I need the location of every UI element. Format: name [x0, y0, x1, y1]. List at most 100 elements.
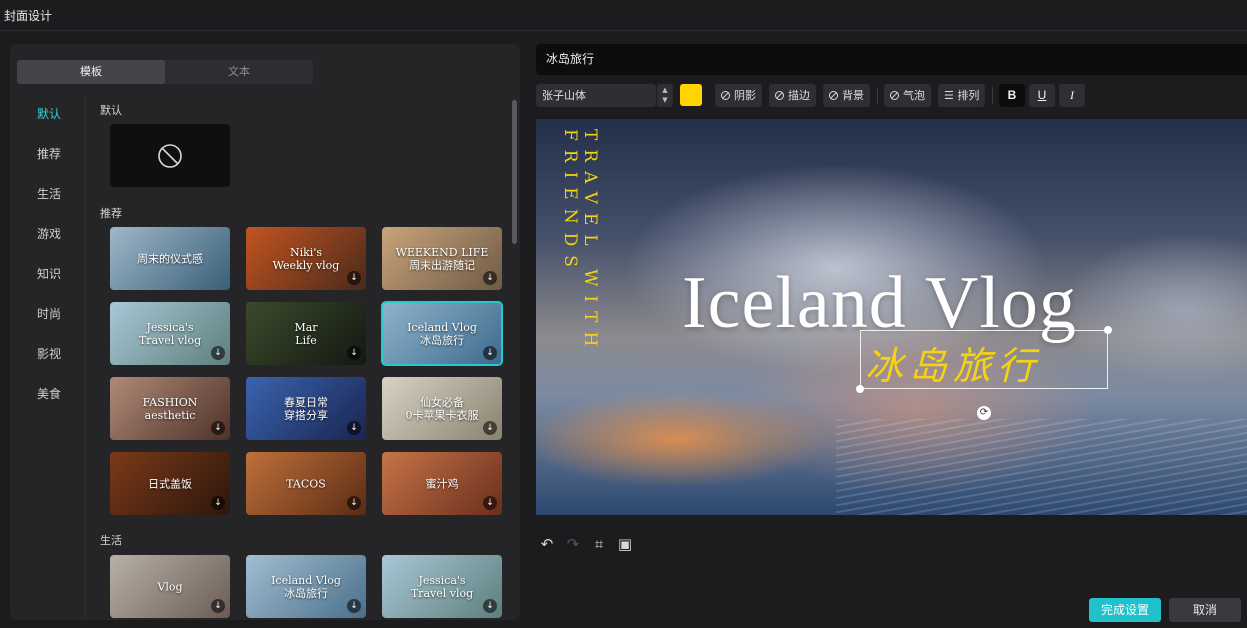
template-thumbnail[interactable]: 日式盖饭 ↓ [110, 452, 230, 515]
stroke-button[interactable]: 描边 [769, 84, 816, 107]
download-icon[interactable]: ↓ [211, 599, 225, 613]
section-title-default: 默认 [100, 104, 122, 117]
disabled-icon [890, 91, 899, 100]
category-food[interactable]: 美食 [16, 376, 85, 416]
category-recommended[interactable]: 推荐 [16, 136, 85, 176]
cancel-button[interactable]: 取消 [1169, 598, 1241, 622]
close-handle[interactable] [1104, 326, 1112, 334]
download-icon[interactable]: ↓ [347, 421, 361, 435]
template-thumbnail[interactable]: 仙女必备 0卡苹果卡衣服 ↓ [382, 377, 502, 440]
download-icon[interactable]: ↓ [483, 496, 497, 510]
bold-button[interactable]: B [999, 84, 1025, 107]
category-games[interactable]: 游戏 [16, 216, 85, 256]
vertical-caption[interactable]: TRAVEL WITH FRIENDS [560, 129, 600, 515]
template-caption: 蜜汁鸡 [425, 476, 459, 490]
chevron-up-icon: ▲ [662, 86, 668, 94]
text-color-swatch[interactable] [680, 84, 702, 106]
download-icon[interactable]: ↓ [483, 346, 497, 360]
download-icon[interactable]: ↓ [483, 599, 497, 613]
rotate-icon[interactable]: ⟳ [977, 406, 991, 420]
subtitle-selection-box[interactable]: 冰岛旅行 [860, 330, 1108, 389]
category-list: 默认 推荐 生活 游戏 知识 时尚 影视 美食 [16, 96, 86, 620]
download-icon[interactable]: ↓ [347, 346, 361, 360]
app-title: 封面设计 [4, 9, 53, 23]
bubble-button[interactable]: 气泡 [884, 84, 931, 107]
text-toolbar: 张子山体 ▲ ▼ 阴影 描边 背景 气泡 ☰ 排列 B U I [536, 84, 1247, 107]
underline-button[interactable]: U [1029, 84, 1055, 107]
align-icon: ☰ [944, 89, 958, 102]
scrollbar[interactable] [512, 100, 517, 244]
template-thumbnail[interactable]: Jessica's Travel vlog ↓ [110, 302, 230, 365]
template-thumbnail[interactable]: 春夏日常 穿搭分享 ↓ [246, 377, 366, 440]
arrange-label: 排列 [957, 89, 980, 102]
download-icon[interactable]: ↓ [483, 271, 497, 285]
bubble-label: 气泡 [903, 89, 925, 102]
template-caption: Niki's Weekly vlog [272, 245, 340, 272]
background-label: 背景 [842, 89, 864, 102]
italic-button[interactable]: I [1059, 84, 1085, 107]
template-caption: Jessica's Travel vlog [410, 573, 474, 600]
template-caption: 春夏日常 穿搭分享 [284, 395, 328, 422]
no-template-tile[interactable] [110, 124, 230, 187]
category-default[interactable]: 默认 [16, 96, 85, 136]
template-caption: Mar Life [294, 320, 318, 347]
category-film[interactable]: 影视 [16, 336, 85, 376]
redo-icon[interactable]: ↷ [564, 535, 582, 553]
shadow-button[interactable]: 阴影 [715, 84, 762, 107]
section-title-recommended: 推荐 [100, 207, 122, 220]
font-stepper[interactable]: ▲ ▼ [657, 84, 673, 107]
resize-handle[interactable] [856, 385, 864, 393]
template-thumbnail[interactable]: FASHION aesthetic ↓ [110, 377, 230, 440]
replace-image-icon[interactable]: ▣ [616, 535, 634, 553]
category-fashion[interactable]: 时尚 [16, 296, 85, 336]
cover-preview-canvas[interactable]: TRAVEL WITH FRIENDS Iceland Vlog 冰岛旅行 ⟳ [536, 119, 1247, 515]
template-panel: 模板 文本 默认 推荐 生活 游戏 知识 时尚 影视 美食 默认 推荐 周末的仪… [10, 44, 520, 620]
download-icon[interactable]: ↓ [483, 421, 497, 435]
category-life[interactable]: 生活 [16, 176, 85, 216]
template-caption: 日式盖饭 [148, 476, 192, 490]
download-icon[interactable]: ↓ [347, 496, 361, 510]
template-thumbnail[interactable]: TACOS ↓ [246, 452, 366, 515]
template-thumbnail[interactable]: 蜜汁鸡 ↓ [382, 452, 502, 515]
shadow-label: 阴影 [734, 89, 756, 102]
download-icon[interactable]: ↓ [211, 496, 225, 510]
crop-icon[interactable]: ⌗ [590, 535, 608, 553]
top-bar: 封面设计 [0, 0, 1247, 31]
template-thumbnail[interactable]: Iceland Vlog 冰岛旅行 ↓ [381, 301, 503, 366]
template-thumbnail[interactable]: 周末的仪式感 [110, 227, 230, 290]
template-caption: WEEKEND LIFE 周末出游随记 [395, 245, 489, 272]
template-thumbnail[interactable]: Vlog ↓ [110, 555, 230, 618]
font-select[interactable]: 张子山体 [536, 84, 656, 107]
arrange-button[interactable]: ☰ 排列 [938, 84, 986, 107]
template-caption: 仙女必备 0卡苹果卡衣服 [405, 395, 479, 422]
tab-text[interactable]: 文本 [165, 60, 313, 84]
download-icon[interactable]: ↓ [211, 346, 225, 360]
template-caption: Iceland Vlog 冰岛旅行 [407, 320, 477, 347]
download-icon[interactable]: ↓ [211, 421, 225, 435]
template-caption: Iceland Vlog 冰岛旅行 [271, 573, 341, 600]
chevron-down-icon: ▼ [662, 96, 668, 104]
category-knowledge[interactable]: 知识 [16, 256, 85, 296]
template-thumbnail[interactable]: Jessica's Travel vlog ↓ [382, 555, 502, 618]
cover-title-input[interactable]: 冰岛旅行 [536, 44, 1247, 75]
download-icon[interactable]: ↓ [347, 271, 361, 285]
template-thumbnail[interactable]: Iceland Vlog 冰岛旅行 ↓ [246, 555, 366, 618]
disabled-icon [775, 91, 784, 100]
template-thumbnail[interactable]: Niki's Weekly vlog ↓ [246, 227, 366, 290]
template-thumbnail[interactable]: WEEKEND LIFE 周末出游随记 ↓ [382, 227, 502, 290]
tab-template[interactable]: 模板 [17, 60, 165, 84]
undo-icon[interactable]: ↶ [538, 535, 556, 553]
panel-tabs: 模板 文本 [17, 60, 313, 84]
disabled-icon [829, 91, 838, 100]
template-grid: 默认 推荐 周末的仪式感 Niki's Weekly vlog ↓ WEEKEND L… [100, 96, 510, 620]
confirm-button[interactable]: 完成设置 [1089, 598, 1161, 622]
template-caption: Vlog [157, 579, 183, 593]
download-icon[interactable]: ↓ [347, 599, 361, 613]
cover-subtitle[interactable]: 冰岛旅行 [865, 335, 1041, 390]
divider [877, 87, 878, 104]
background-button[interactable]: 背景 [823, 84, 870, 107]
template-caption: FASHION aesthetic [142, 395, 198, 422]
template-caption: 周末的仪式感 [137, 251, 203, 265]
template-caption: Jessica's Travel vlog [138, 320, 202, 347]
template-thumbnail[interactable]: Mar Life ↓ [246, 302, 366, 365]
